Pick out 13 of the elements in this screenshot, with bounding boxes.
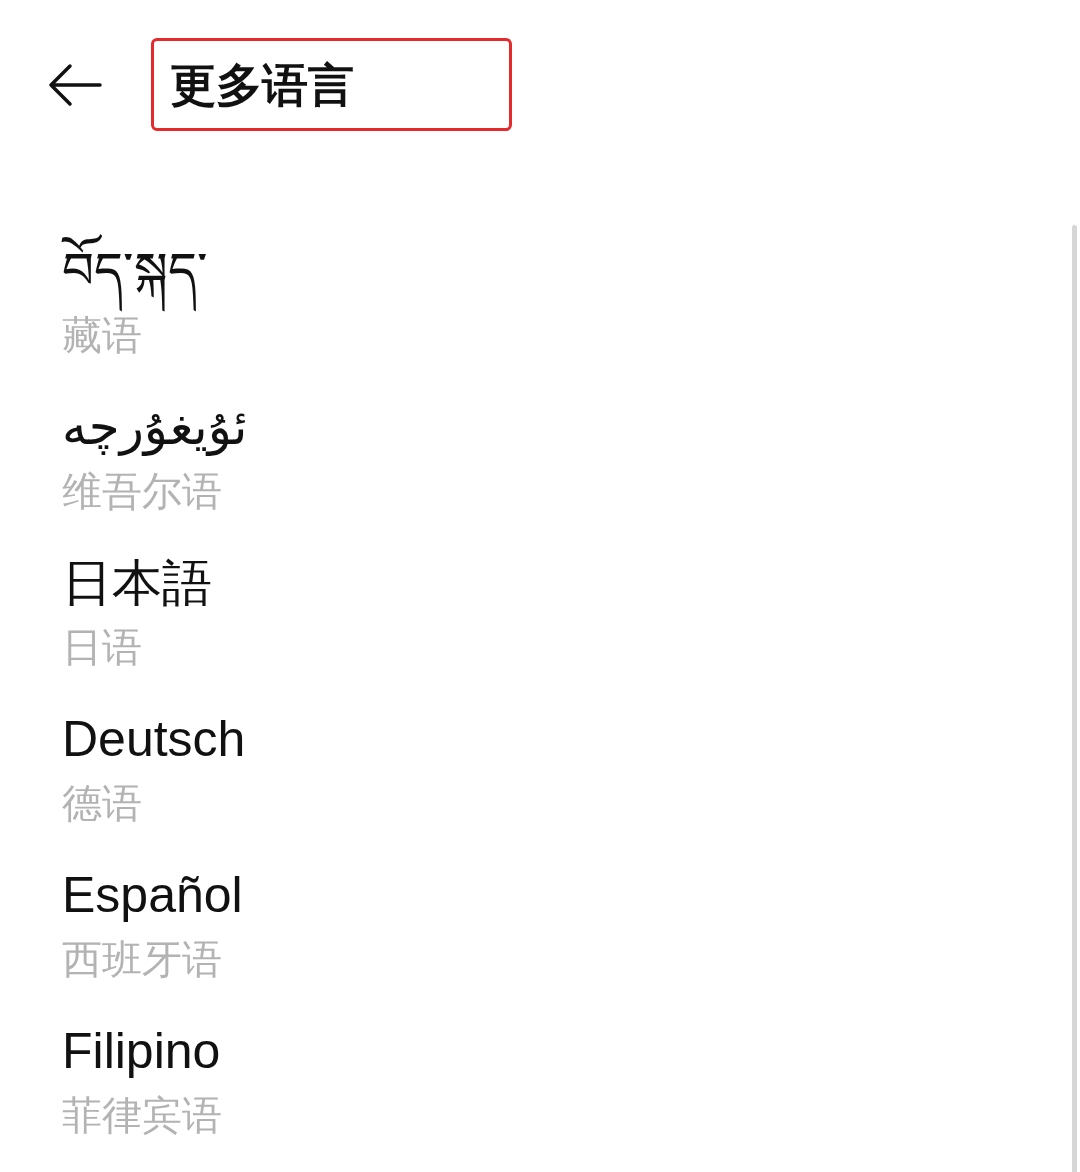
language-translation: 德语 <box>62 780 142 827</box>
language-name[interactable]: 日本語 <box>62 545 216 621</box>
language-translation: 日语 <box>62 624 142 671</box>
language-name[interactable]: Filipino <box>62 1013 225 1089</box>
language-translation: 维吾尔语 <box>62 468 222 515</box>
language-name[interactable]: Español <box>62 857 247 933</box>
language-name[interactable]: ئۇيغۇرچە <box>62 389 252 465</box>
back-arrow-icon[interactable] <box>48 62 102 107</box>
language-name[interactable]: Deutsch <box>62 701 250 777</box>
page-title: 更多语言 <box>170 57 354 113</box>
language-translation: 菲律宾语 <box>62 1092 222 1139</box>
language-translation: 西班牙语 <box>62 936 222 983</box>
language-translation: 藏语 <box>62 312 142 359</box>
